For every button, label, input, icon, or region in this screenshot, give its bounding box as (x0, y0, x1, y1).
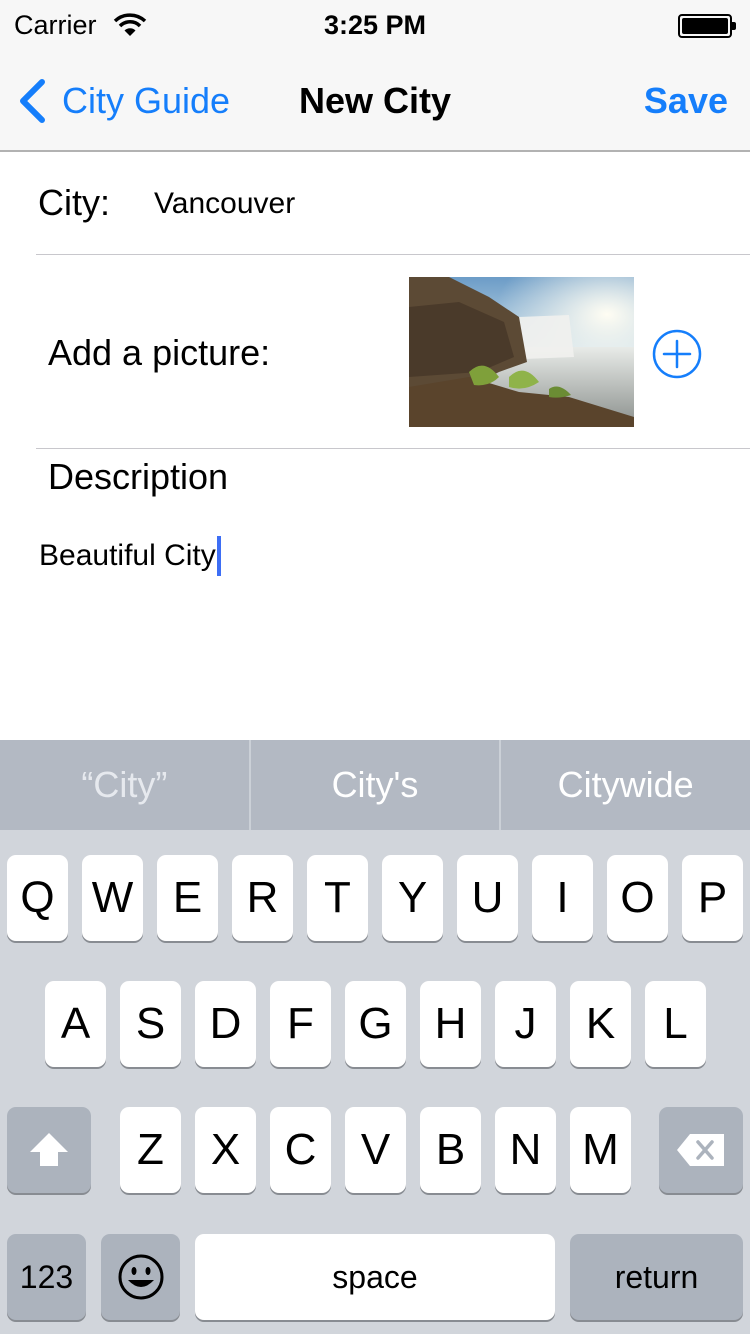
key-m[interactable]: M (570, 1107, 631, 1193)
city-row: City: (0, 152, 750, 254)
picture-row: Add a picture: (0, 256, 750, 448)
back-button-label: City Guide (62, 80, 231, 121)
description-label: Description (48, 456, 229, 497)
key-r[interactable]: R (232, 855, 293, 941)
backspace-icon (677, 1134, 724, 1166)
key-h[interactable]: H (420, 981, 481, 1067)
predictive-suggestions-bar: “City” City's Citywide (0, 740, 750, 830)
save-button[interactable]: Save (644, 80, 728, 122)
key-g[interactable]: G (345, 981, 406, 1067)
page-title: New City (298, 80, 452, 121)
key-d[interactable]: D (195, 981, 256, 1067)
status-time: 3:25 PM (323, 10, 427, 40)
key-t[interactable]: T (307, 855, 368, 941)
emoji-key[interactable] (101, 1234, 180, 1320)
shift-key[interactable] (7, 1107, 91, 1193)
key-i[interactable]: I (532, 855, 593, 941)
chevron-left-icon (20, 79, 45, 123)
numbers-key[interactable]: 123 (7, 1234, 86, 1320)
key-c[interactable]: C (270, 1107, 331, 1193)
city-input[interactable] (154, 184, 714, 224)
separator (36, 448, 750, 449)
key-v[interactable]: V (345, 1107, 406, 1193)
key-k[interactable]: K (570, 981, 631, 1067)
suggestion-1[interactable]: “City” (0, 740, 249, 830)
key-p[interactable]: P (682, 855, 743, 941)
add-picture-button[interactable] (651, 328, 703, 380)
key-l[interactable]: L (645, 981, 706, 1067)
key-j[interactable]: J (495, 981, 556, 1067)
emoji-smiley-icon (118, 1254, 163, 1300)
suggestion-2[interactable]: City's (251, 740, 500, 830)
city-picture-thumbnail[interactable] (409, 277, 634, 427)
picture-label: Add a picture: (48, 332, 271, 373)
back-button[interactable]: City Guide (16, 76, 230, 126)
space-key[interactable]: space (195, 1234, 555, 1320)
key-z[interactable]: Z (120, 1107, 181, 1193)
delete-key[interactable] (659, 1107, 743, 1193)
key-b[interactable]: B (420, 1107, 481, 1193)
key-a[interactable]: A (45, 981, 106, 1067)
key-y[interactable]: Y (382, 855, 443, 941)
key-f[interactable]: F (270, 981, 331, 1067)
text-cursor (216, 536, 221, 576)
shift-arrow-icon (30, 1133, 68, 1166)
key-s[interactable]: S (120, 981, 181, 1067)
key-x[interactable]: X (195, 1107, 256, 1193)
return-key[interactable]: return (570, 1234, 743, 1320)
battery-icon (678, 14, 736, 38)
key-u[interactable]: U (457, 855, 518, 941)
status-bar: Carrier 3:25 PM (0, 0, 750, 50)
city-label: City: (38, 182, 110, 223)
description-text-area[interactable]: Beautiful City (39, 536, 221, 576)
key-q[interactable]: Q (7, 855, 68, 941)
description-text: Beautiful City (39, 539, 216, 572)
key-e[interactable]: E (157, 855, 218, 941)
waterfall-image (409, 277, 634, 427)
navigation-bar: City Guide New City Save (0, 50, 750, 152)
key-n[interactable]: N (495, 1107, 556, 1193)
suggestion-3[interactable]: Citywide (501, 740, 750, 830)
keyboard: Q W E R T Y U I O P A S D F G H J K L Z … (0, 830, 750, 1334)
separator (36, 254, 750, 255)
key-o[interactable]: O (607, 855, 668, 941)
key-w[interactable]: W (82, 855, 143, 941)
